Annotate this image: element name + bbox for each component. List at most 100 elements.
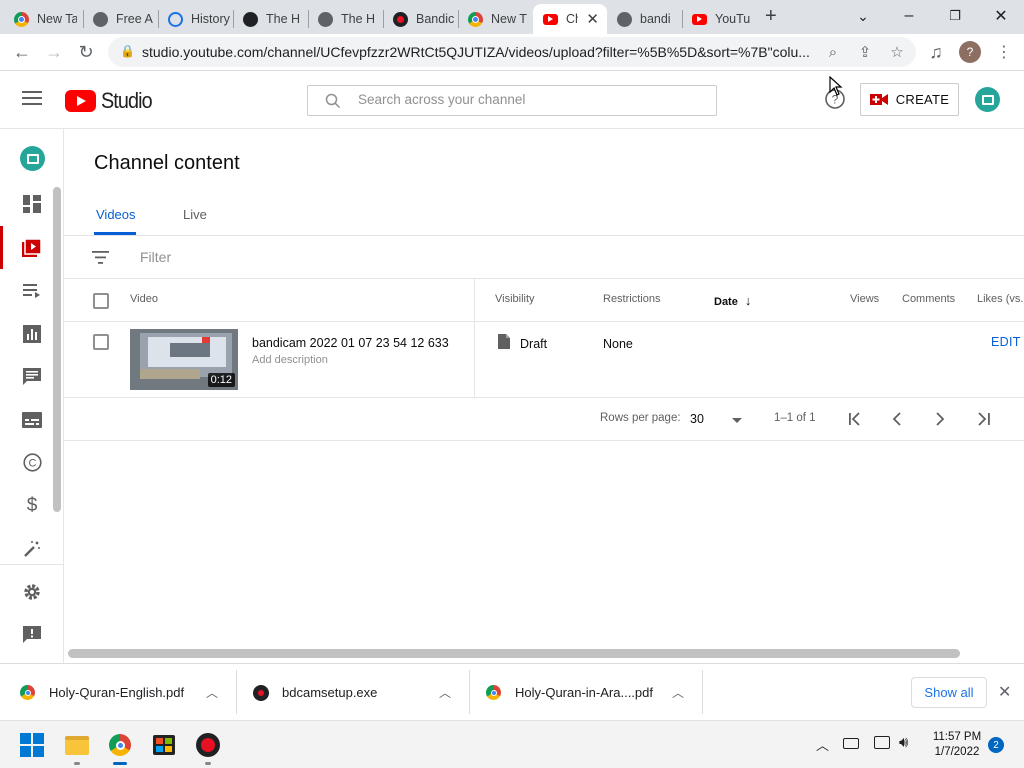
media-control-icon[interactable]: ♫ <box>922 38 950 66</box>
column-video[interactable]: Video <box>130 293 158 305</box>
reload-icon[interactable]: ↻ <box>72 38 100 66</box>
previous-page-icon[interactable] <box>891 412 903 426</box>
row-checkbox[interactable] <box>93 334 109 350</box>
filter-input[interactable] <box>140 249 440 265</box>
column-date[interactable]: Date ↓ <box>714 293 751 308</box>
chrome-taskbar-icon[interactable] <box>104 729 136 765</box>
sidebar-item-dashboard[interactable] <box>0 182 64 225</box>
column-views[interactable]: Views <box>850 293 879 305</box>
address-bar[interactable]: 🔒 studio.youtube.com/channel/UCfevpfzzr2… <box>108 37 916 67</box>
create-button[interactable]: CREATE <box>860 83 959 116</box>
copyright-icon: C <box>22 453 42 472</box>
browser-tab[interactable]: Bandic <box>383 4 458 34</box>
browser-tab[interactable]: Free A <box>83 4 158 34</box>
globe-icon <box>318 11 333 27</box>
download-item[interactable]: Holy-Quran-in-Ara....pdf ︿ <box>486 664 696 721</box>
next-page-icon[interactable] <box>934 412 946 426</box>
sidebar-item-comments[interactable] <box>0 355 64 398</box>
sidebar-item-subtitles[interactable] <box>0 398 64 441</box>
new-tab-icon[interactable]: + <box>765 5 777 28</box>
edit-draft-link[interactable]: EDIT D <box>991 335 1024 349</box>
chevron-up-icon[interactable]: ︿ <box>672 684 684 701</box>
horizontal-scrollbar[interactable] <box>68 649 960 658</box>
chevron-up-icon[interactable]: ︿ <box>439 684 451 701</box>
column-likes[interactable]: Likes (vs. <box>977 293 1023 305</box>
sidebar-channel-avatar[interactable] <box>20 146 45 171</box>
column-visibility[interactable]: Visibility <box>495 293 535 305</box>
windows-taskbar: ︿ 🔊︎ 11:57 PM 1/7/2022 2 <box>0 720 1024 768</box>
video-thumbnail[interactable]: 0:12 <box>130 329 238 390</box>
show-hidden-icons-chevron-icon[interactable]: ︿ <box>816 735 829 754</box>
network-icon[interactable] <box>874 736 890 749</box>
video-title[interactable]: bandicam 2022 01 07 23 54 12 633 <box>252 336 449 350</box>
channel-avatar[interactable] <box>975 87 1000 112</box>
keyboard-icon[interactable] <box>843 738 859 749</box>
browser-tab-active[interactable]: Ch ✕ <box>533 4 607 34</box>
search-input[interactable] <box>358 92 698 107</box>
show-all-downloads-button[interactable]: Show all <box>911 677 987 708</box>
system-clock[interactable]: 11:57 PM 1/7/2022 <box>928 730 986 760</box>
channel-search-box[interactable] <box>307 85 717 116</box>
tab-videos[interactable]: Videos <box>96 207 136 222</box>
close-downloads-icon[interactable]: ✕ <box>998 682 1011 702</box>
browser-tab[interactable]: The H <box>308 4 383 34</box>
browser-tab[interactable]: YouTu <box>682 4 756 34</box>
feedback-icon <box>23 625 41 643</box>
hamburger-menu-icon[interactable] <box>22 91 42 107</box>
column-comments[interactable]: Comments <box>902 293 955 305</box>
close-tab-icon[interactable]: ✕ <box>586 10 599 28</box>
url-text[interactable]: studio.youtube.com/channel/UCfevpfzzr2WR… <box>142 44 810 60</box>
restore-icon[interactable]: ❐ <box>932 0 978 32</box>
bookmark-star-icon[interactable]: ☆ <box>888 43 906 61</box>
studio-sidebar: C $ <box>0 129 64 663</box>
window-close-icon[interactable]: ✕ <box>978 0 1024 32</box>
sidebar-item-analytics[interactable] <box>0 312 64 355</box>
video-description[interactable]: Add description <box>252 354 328 366</box>
filter-bar <box>64 236 1024 279</box>
windows-start-icon[interactable] <box>16 729 48 761</box>
file-explorer-icon[interactable] <box>61 729 93 765</box>
lock-icon: 🔒 <box>120 44 135 58</box>
browser-tab[interactable]: bandi <box>607 4 682 34</box>
dropdown-arrow-icon <box>732 418 742 423</box>
volume-icon[interactable]: 🔊︎ <box>899 734 908 751</box>
sidebar-item-settings[interactable] <box>0 570 64 613</box>
select-all-checkbox[interactable] <box>93 293 109 309</box>
first-page-icon[interactable] <box>847 412 863 426</box>
sidebar-item-copyright[interactable]: C <box>0 441 64 484</box>
minimize-icon[interactable]: – <box>886 0 932 32</box>
tab-live[interactable]: Live <box>183 207 207 222</box>
chrome-icon <box>468 11 483 27</box>
last-page-icon[interactable] <box>976 412 992 426</box>
share-icon[interactable]: ⇪ <box>856 43 874 61</box>
browser-tab[interactable]: The H <box>233 4 308 34</box>
download-item[interactable]: bdcamsetup.exe ︿ <box>253 664 463 721</box>
sidebar-item-monetization[interactable]: $ <box>0 484 64 527</box>
chrome-icon <box>14 11 29 27</box>
sidebar-item-feedback[interactable] <box>0 613 64 656</box>
notification-badge[interactable]: 2 <box>988 737 1004 753</box>
back-icon[interactable]: ← <box>8 38 36 66</box>
sidebar-item-content[interactable] <box>0 226 64 269</box>
browser-tab[interactable]: New Ta <box>4 4 82 34</box>
browser-tab[interactable]: History <box>158 4 233 34</box>
browser-tab[interactable]: New T <box>458 4 533 34</box>
sidebar-item-playlists[interactable] <box>0 269 64 312</box>
zoom-icon[interactable]: ⌕ <box>824 43 842 61</box>
microsoft-store-icon[interactable] <box>148 729 180 761</box>
download-item[interactable]: Holy-Quran-English.pdf ︿ <box>20 664 230 721</box>
table-row[interactable]: 0:12 bandicam 2022 01 07 23 54 12 633 Ad… <box>64 322 1024 398</box>
chevron-up-icon[interactable]: ︿ <box>206 684 218 701</box>
chrome-icon <box>20 685 35 700</box>
forward-icon[interactable]: → <box>40 38 68 66</box>
filter-icon[interactable] <box>92 251 109 264</box>
column-restrictions[interactable]: Restrictions <box>603 293 660 305</box>
gear-icon <box>24 583 40 600</box>
tab-search-icon[interactable]: ⌄ <box>840 0 886 32</box>
chrome-menu-icon[interactable]: ⋮ <box>990 38 1018 66</box>
profile-avatar[interactable]: ? <box>959 41 981 63</box>
rows-per-page-select[interactable]: 30 <box>688 409 744 431</box>
visibility-value[interactable]: Draft <box>520 337 547 351</box>
bandicam-taskbar-icon[interactable] <box>192 729 224 765</box>
studio-logo[interactable]: Studio <box>65 88 157 114</box>
